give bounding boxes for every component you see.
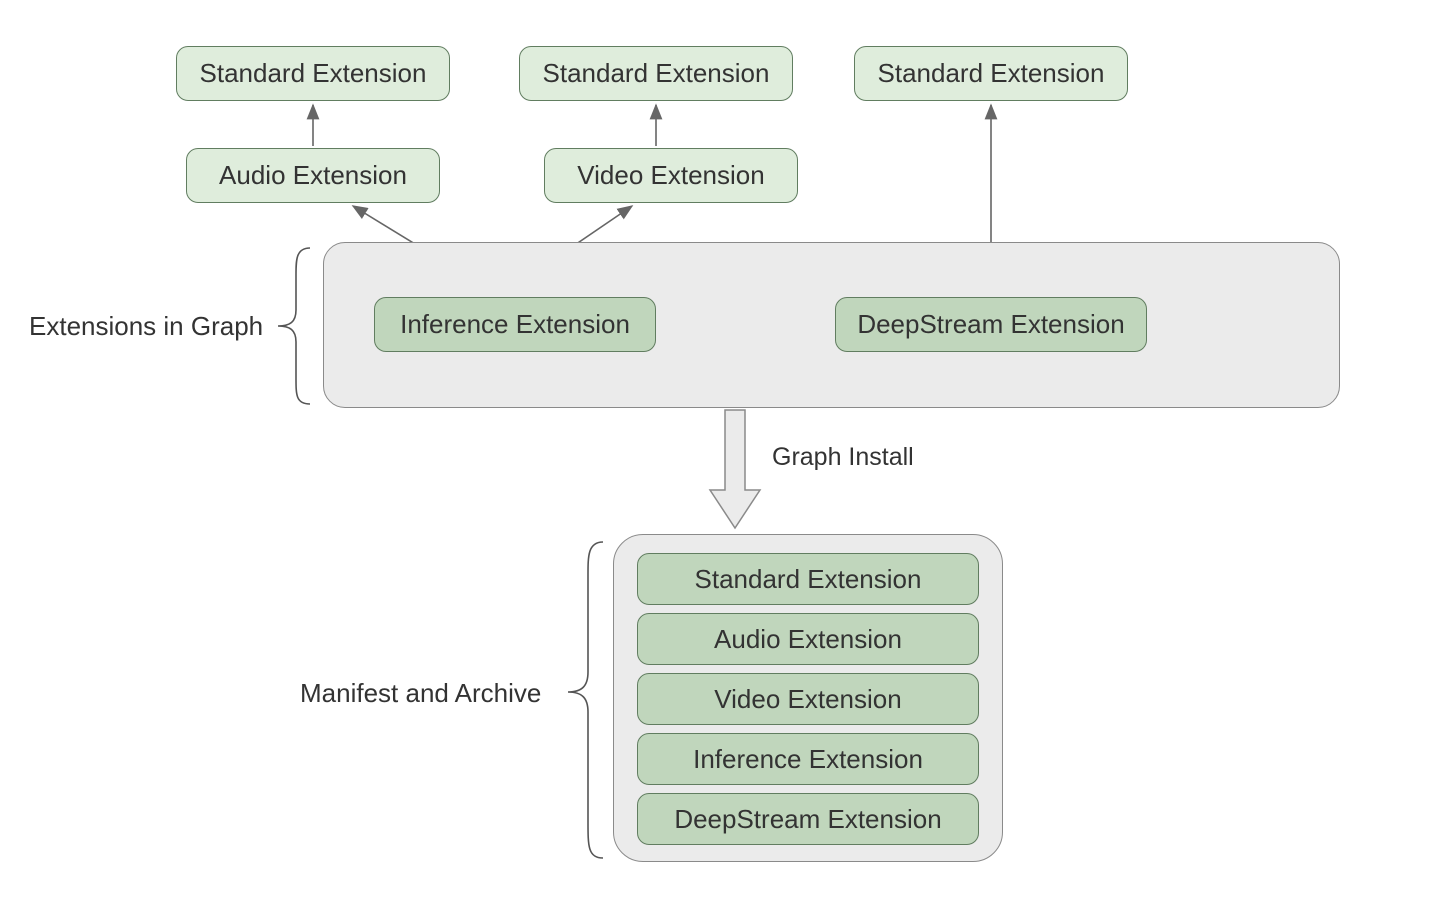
archive-item: Video Extension: [637, 673, 979, 725]
node-video: Video Extension: [544, 148, 798, 203]
brace-extensions: [278, 248, 310, 404]
node-label: Inference Extension: [693, 744, 923, 775]
node-standard-3: Standard Extension: [854, 46, 1128, 101]
node-deepstream: DeepStream Extension: [835, 297, 1147, 352]
node-standard-2: Standard Extension: [519, 46, 793, 101]
node-label: Standard Extension: [200, 58, 427, 89]
node-label: Standard Extension: [695, 564, 922, 595]
archive-item: DeepStream Extension: [637, 793, 979, 845]
node-standard-1: Standard Extension: [176, 46, 450, 101]
node-label: Standard Extension: [543, 58, 770, 89]
archive-item: Standard Extension: [637, 553, 979, 605]
node-label: Audio Extension: [714, 624, 902, 655]
diagram-canvas: Standard Extension Standard Extension St…: [0, 0, 1430, 901]
node-inference: Inference Extension: [374, 297, 656, 352]
archive-item: Inference Extension: [637, 733, 979, 785]
node-label: Video Extension: [577, 160, 764, 191]
node-label: Video Extension: [714, 684, 901, 715]
label-graph-install: Graph Install: [772, 443, 914, 472]
node-label: Standard Extension: [878, 58, 1105, 89]
brace-manifest: [568, 542, 603, 858]
label-manifest-archive: Manifest and Archive: [300, 678, 541, 709]
node-label: Inference Extension: [400, 309, 630, 340]
archive-item: Audio Extension: [637, 613, 979, 665]
label-extensions-in-graph: Extensions in Graph: [29, 311, 263, 342]
node-audio: Audio Extension: [186, 148, 440, 203]
node-label: Audio Extension: [219, 160, 407, 191]
node-label: DeepStream Extension: [674, 804, 941, 835]
graph-install-arrow: [710, 410, 760, 528]
node-label: DeepStream Extension: [857, 309, 1124, 340]
